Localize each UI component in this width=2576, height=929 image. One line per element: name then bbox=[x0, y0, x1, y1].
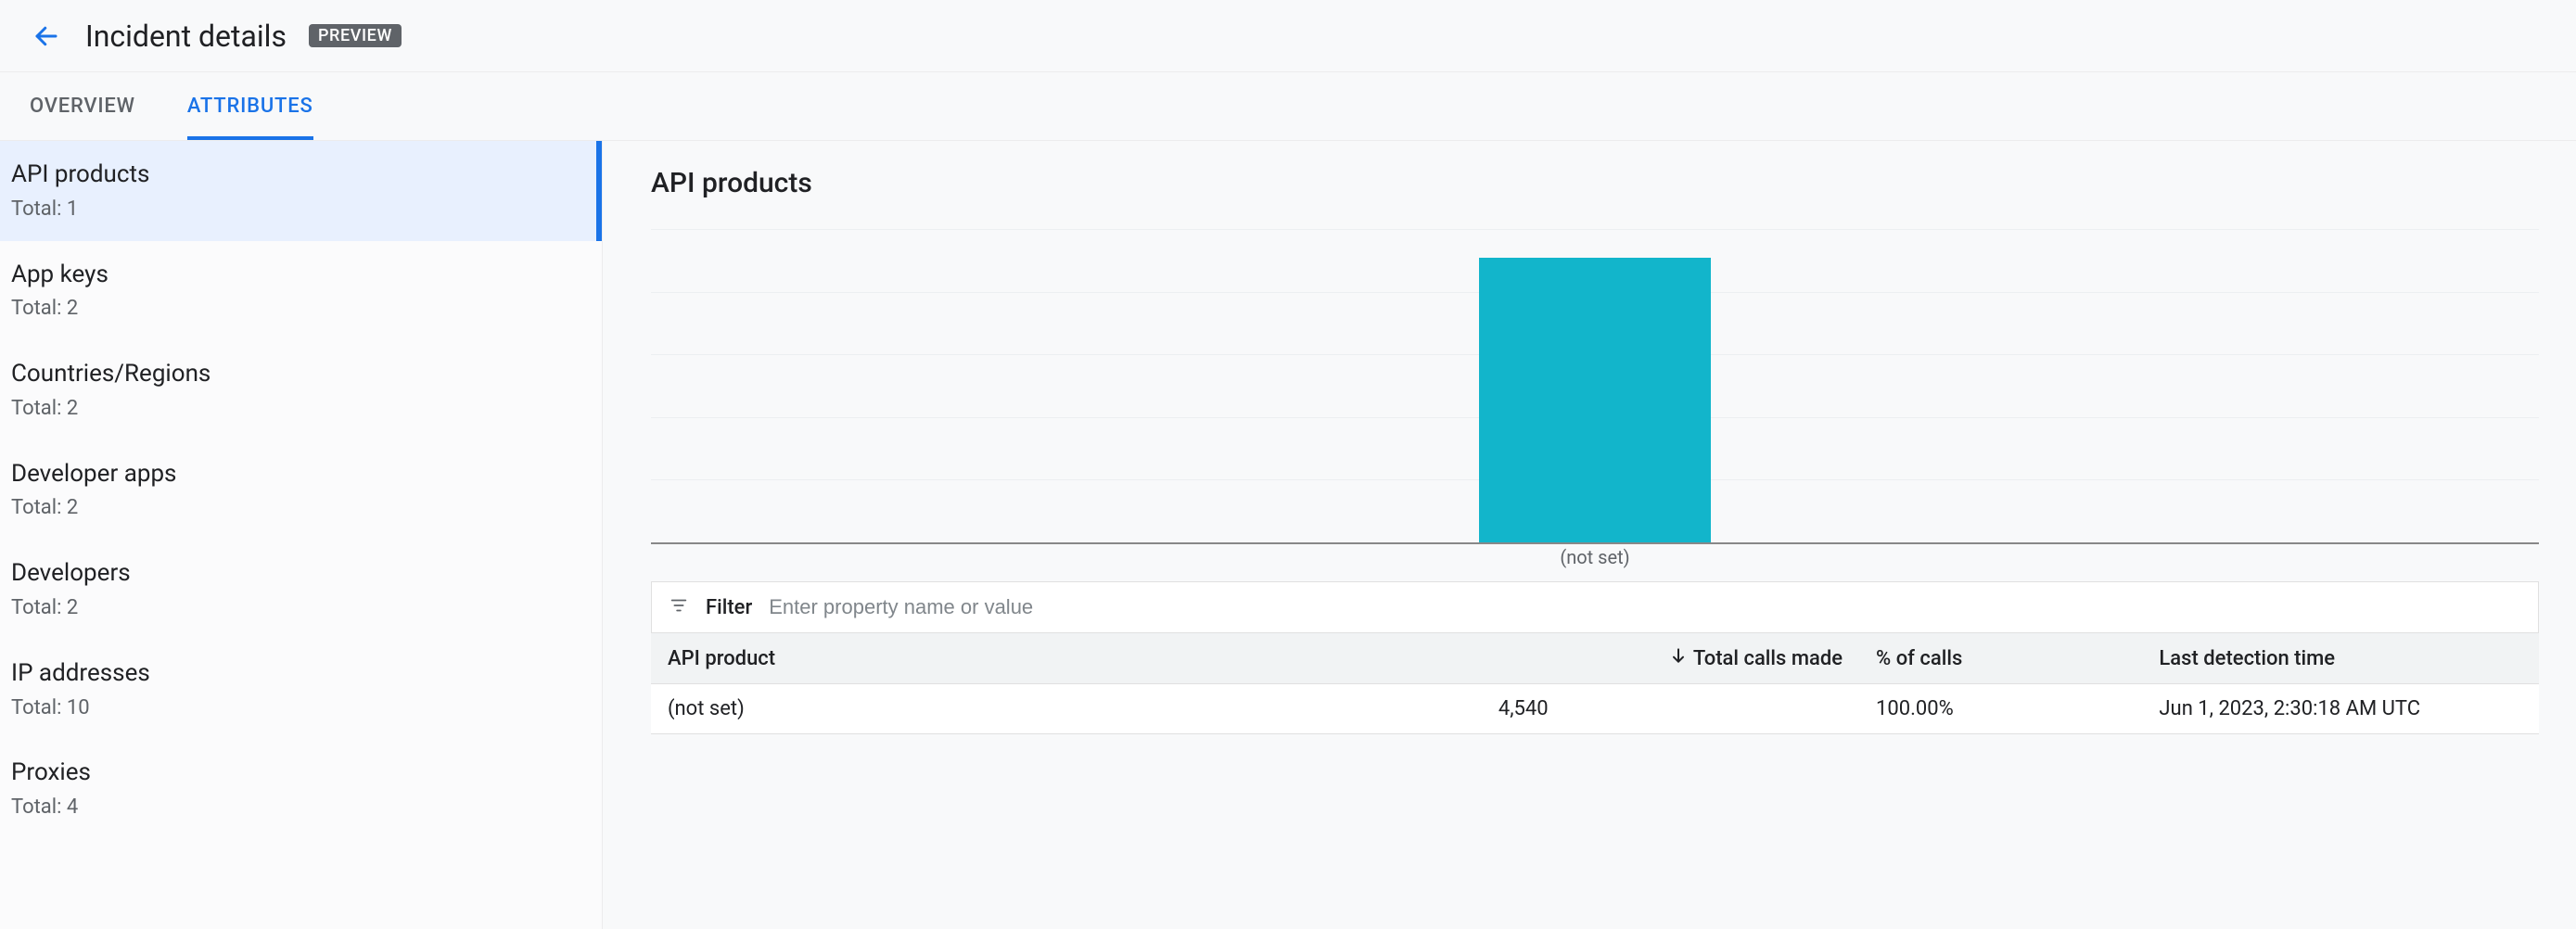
table-header-row: API product Total calls made % of calls … bbox=[651, 633, 2539, 684]
content-body: API products Total: 1 App keys Total: 2 … bbox=[0, 141, 2576, 929]
arrow-down-icon bbox=[1669, 646, 1688, 670]
th-percent-calls[interactable]: % of calls bbox=[1859, 633, 2142, 684]
sidebar-item-ip-addresses[interactable]: IP addresses Total: 10 bbox=[0, 640, 602, 740]
filter-input[interactable] bbox=[769, 595, 2521, 619]
sidebar-item-developer-apps[interactable]: Developer apps Total: 2 bbox=[0, 440, 602, 541]
chart-tick-label: (not set) bbox=[1560, 546, 1629, 568]
sidebar-item-title: Countries/Regions bbox=[11, 357, 583, 392]
chart-bar[interactable] bbox=[1479, 258, 1711, 542]
filter-icon bbox=[669, 595, 689, 619]
cell-api-product: (not set) bbox=[651, 684, 1482, 734]
cell-percent: 100.00% bbox=[1859, 684, 2142, 734]
preview-badge: PREVIEW bbox=[309, 24, 402, 47]
sidebar-item-title: IP addresses bbox=[11, 656, 583, 692]
tab-attributes[interactable]: ATTRIBUTES bbox=[187, 72, 313, 140]
sidebar-item-countries[interactable]: Countries/Regions Total: 2 bbox=[0, 340, 602, 440]
sidebar-item-proxies[interactable]: Proxies Total: 4 bbox=[0, 739, 602, 839]
sidebar-item-title: Proxies bbox=[11, 756, 583, 791]
chart-plot-area: (not set) bbox=[651, 229, 2539, 544]
cell-total-calls: 4,540 bbox=[1482, 684, 1859, 734]
th-last-detection[interactable]: Last detection time bbox=[2142, 633, 2539, 684]
back-button[interactable] bbox=[30, 19, 63, 53]
filter-label: Filter bbox=[706, 596, 752, 619]
main-panel: API products (not set) Filter API pro bbox=[603, 141, 2576, 929]
sidebar-item-title: Developers bbox=[11, 556, 583, 592]
chart-gridline bbox=[651, 229, 2539, 230]
sidebar-item-title: Developer apps bbox=[11, 457, 583, 492]
data-table: API product Total calls made % of calls … bbox=[651, 632, 2539, 734]
sidebar-item-total: Total: 2 bbox=[11, 493, 583, 523]
sidebar-item-total: Total: 10 bbox=[11, 694, 583, 723]
sidebar-item-app-keys[interactable]: App keys Total: 2 bbox=[0, 241, 602, 341]
table-row[interactable]: (not set) 4,540 100.00% Jun 1, 2023, 2:3… bbox=[651, 684, 2539, 734]
sidebar-item-total: Total: 4 bbox=[11, 793, 583, 822]
chart: (not set) bbox=[651, 229, 2539, 544]
sidebar-item-total: Total: 2 bbox=[11, 294, 583, 324]
sidebar-item-title: API products bbox=[11, 158, 578, 193]
topbar: Incident details PREVIEW bbox=[0, 0, 2576, 72]
section-title: API products bbox=[651, 167, 2539, 199]
sidebar-item-title: App keys bbox=[11, 258, 583, 293]
attribute-sidebar: API products Total: 1 App keys Total: 2 … bbox=[0, 141, 603, 929]
th-total-calls[interactable]: Total calls made bbox=[1482, 633, 1859, 684]
filter-row: Filter bbox=[651, 581, 2539, 632]
tab-bar: OVERVIEW ATTRIBUTES bbox=[0, 72, 2576, 141]
page-title: Incident details bbox=[85, 19, 287, 54]
sidebar-item-total: Total: 2 bbox=[11, 593, 583, 623]
sidebar-item-api-products[interactable]: API products Total: 1 bbox=[0, 141, 602, 241]
tab-overview[interactable]: OVERVIEW bbox=[30, 72, 135, 140]
sidebar-item-developers[interactable]: Developers Total: 2 bbox=[0, 540, 602, 640]
arrow-left-icon bbox=[32, 22, 60, 50]
th-total-calls-label: Total calls made bbox=[1693, 647, 1843, 670]
cell-last-time: Jun 1, 2023, 2:30:18 AM UTC bbox=[2142, 684, 2539, 734]
sidebar-item-total: Total: 1 bbox=[11, 195, 578, 224]
th-api-product[interactable]: API product bbox=[651, 633, 1482, 684]
sidebar-item-total: Total: 2 bbox=[11, 394, 583, 424]
